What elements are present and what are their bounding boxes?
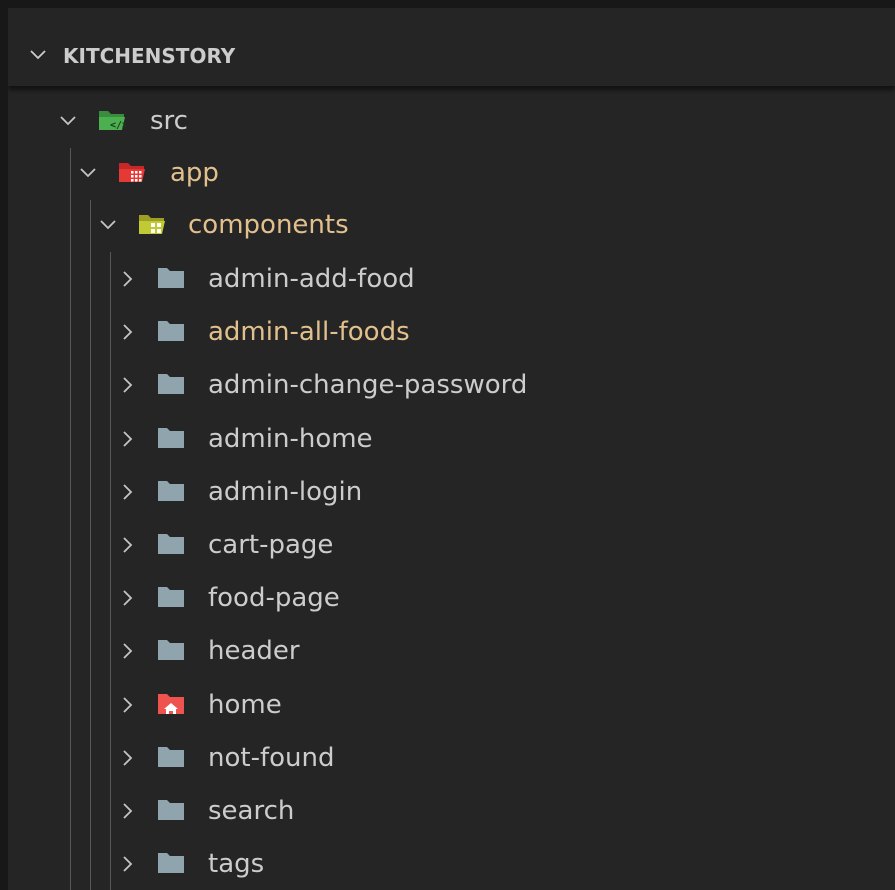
folder-icon xyxy=(158,800,184,820)
tree-item-label: admin-login xyxy=(208,476,363,507)
tree-item-label: admin-change-password xyxy=(208,370,528,401)
chevron-right-icon xyxy=(123,590,133,606)
folder-components-open-icon xyxy=(139,215,165,234)
folder-icon xyxy=(158,268,184,288)
folder-icon xyxy=(158,640,184,661)
tree-item-tags[interactable]: tags xyxy=(8,837,895,890)
folder-icon xyxy=(158,587,184,608)
tree-item-header[interactable]: header xyxy=(8,624,895,677)
chevron-down-icon xyxy=(80,168,96,178)
tree-item-label: admin-add-food xyxy=(208,264,415,294)
tree-item-label: food-page xyxy=(208,583,340,614)
folder-icon xyxy=(158,427,184,448)
folder-icon xyxy=(158,321,184,342)
svg-text:</>: </> xyxy=(110,120,126,131)
chevron-right-icon xyxy=(123,324,133,340)
tree-item-not-found[interactable]: not-found xyxy=(8,731,895,784)
tree-item-admin-add-food[interactable]: admin-add-food xyxy=(8,252,895,305)
chevron-right-icon xyxy=(123,803,133,819)
chevron-right-icon xyxy=(123,484,133,500)
tree-item-admin-all-foods[interactable]: admin-all-foods xyxy=(8,305,895,358)
tree-item-label: admin-home xyxy=(208,423,373,454)
folder-icon xyxy=(158,853,184,874)
tree-item-label: not-found xyxy=(208,742,335,773)
folder-icon xyxy=(158,374,184,395)
folder-icon xyxy=(158,534,184,554)
tree-item-app[interactable]: app xyxy=(8,146,895,199)
chevron-down-icon xyxy=(100,220,116,230)
tree-item-label: home xyxy=(208,689,282,720)
folder-icon xyxy=(158,746,184,767)
chevron-down-icon xyxy=(30,50,46,60)
workspace-title: KITCHENSTORY xyxy=(63,44,236,68)
explorer-section-header[interactable]: KITCHENSTORY xyxy=(8,8,895,86)
tree-item-src[interactable]: </> src xyxy=(8,94,895,147)
chevron-right-icon xyxy=(123,271,133,287)
folder-home-icon xyxy=(158,693,184,714)
chevron-down-icon xyxy=(60,116,76,126)
chevron-right-icon xyxy=(123,696,133,713)
tree-item-cart-page[interactable]: cart-page xyxy=(8,518,895,571)
chevron-right-icon xyxy=(123,643,133,660)
tree-item-search[interactable]: search xyxy=(8,784,895,837)
tree-item-label: app xyxy=(170,158,219,188)
tree-item-label: tags xyxy=(208,849,265,880)
tree-item-admin-change-password[interactable]: admin-change-password xyxy=(8,358,895,411)
folder-src-open-icon: </> xyxy=(99,111,126,131)
tree-item-admin-home[interactable]: admin-home xyxy=(8,412,895,465)
tree-item-label: cart-page xyxy=(208,530,334,560)
file-tree: </> src app components admin-add-food ad… xyxy=(8,8,895,890)
tree-item-components[interactable]: components xyxy=(8,198,895,251)
file-explorer: </> src app components admin-add-food ad… xyxy=(8,8,895,890)
tree-item-label: search xyxy=(208,796,295,826)
tree-item-label: components xyxy=(188,210,349,240)
tree-item-label: admin-all-foods xyxy=(208,317,410,348)
chevron-right-icon xyxy=(123,856,133,872)
chevron-right-icon xyxy=(123,537,133,553)
tree-item-label: src xyxy=(150,106,188,136)
chevron-right-icon xyxy=(123,377,133,394)
tree-item-food-page[interactable]: food-page xyxy=(8,571,895,624)
tree-item-home[interactable]: home xyxy=(8,678,895,731)
chevron-right-icon xyxy=(123,750,133,766)
folder-icon xyxy=(158,480,184,501)
chevron-right-icon xyxy=(123,430,133,447)
tree-item-admin-login[interactable]: admin-login xyxy=(8,465,895,518)
folder-app-open-icon xyxy=(119,163,145,182)
tree-item-label: header xyxy=(208,636,300,667)
